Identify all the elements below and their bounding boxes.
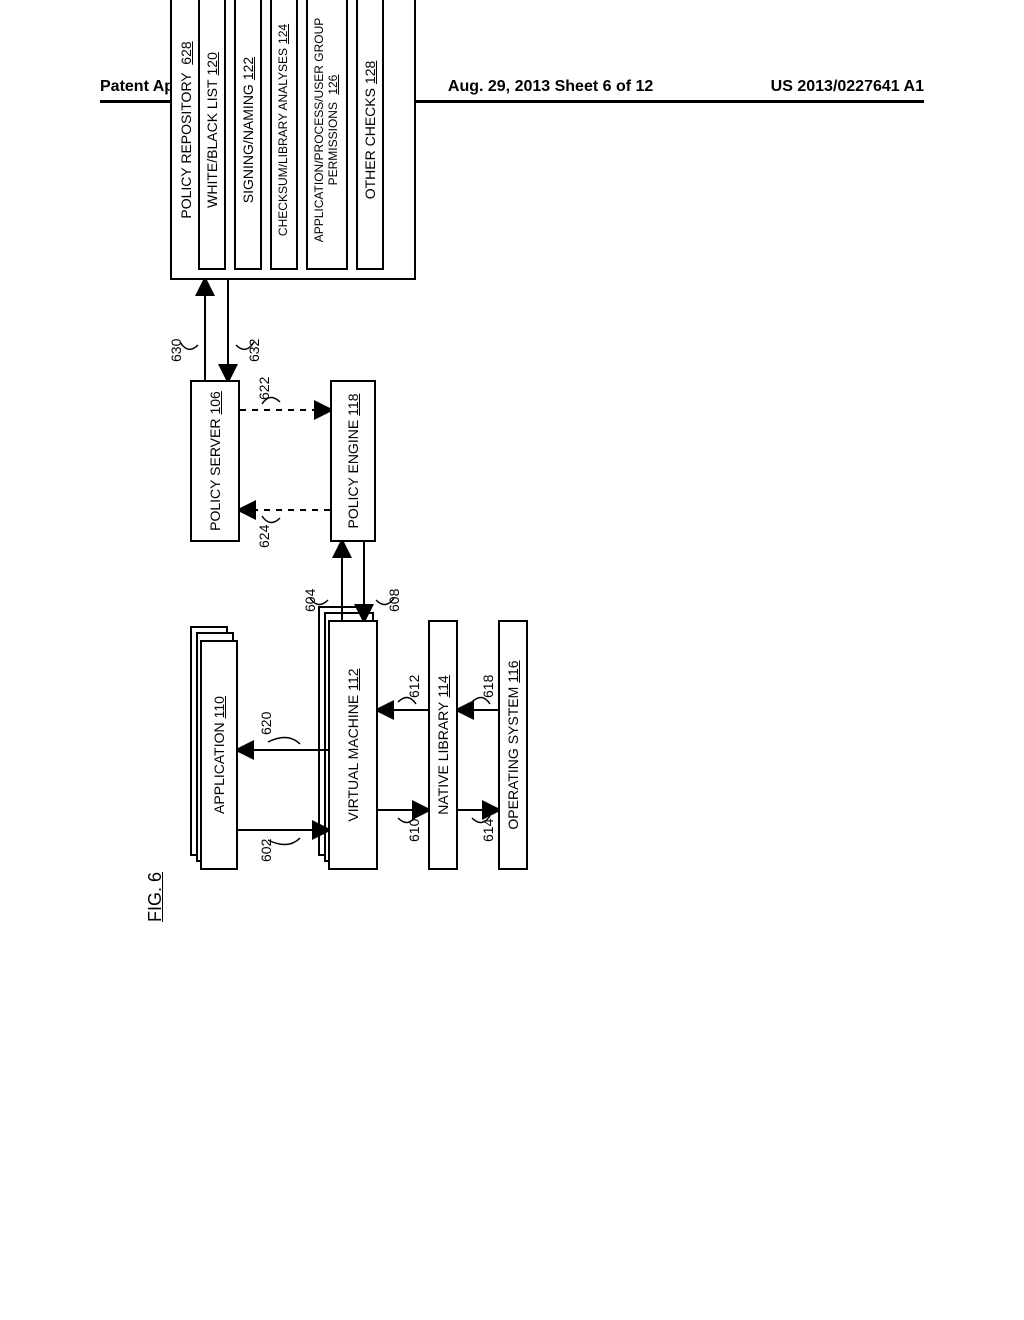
policy-server-block: POLICY SERVER 106: [190, 380, 240, 542]
ref-618: 618: [480, 675, 496, 698]
policy-repository-ref: 628: [178, 41, 194, 64]
ref-608: 608: [386, 589, 402, 612]
ref-630: 630: [168, 339, 184, 362]
ref-604: 604: [302, 589, 318, 612]
figure-6: APPLICATION 110 VIRTUAL MACHINE 112 NATI…: [150, 530, 1024, 910]
checksum-ref: 124: [277, 24, 291, 44]
native-library-label: NATIVE LIBRARY: [435, 702, 451, 815]
virtual-machine-ref: 112: [345, 668, 361, 690]
header-right: US 2013/0227641 A1: [771, 78, 924, 96]
ref-614: 614: [480, 819, 496, 842]
virtual-machine-label: VIRTUAL MACHINE: [345, 695, 361, 822]
policy-engine-ref: 118: [345, 394, 361, 416]
ref-612: 612: [406, 675, 422, 698]
signing-naming-ref: 122: [240, 57, 256, 80]
checksum-label: CHECKSUM/LIBRARY ANALYSES: [277, 48, 291, 236]
application-ref: 110: [211, 696, 227, 718]
policy-repository-label: POLICY REPOSITORY: [178, 73, 194, 219]
native-library-ref: 114: [435, 675, 451, 697]
ref-624: 624: [256, 525, 272, 548]
application-label: APPLICATION: [211, 722, 227, 814]
other-checks-ref: 128: [362, 61, 378, 84]
virtual-machine-block: VIRTUAL MACHINE 112: [328, 620, 378, 870]
ref-620: 620: [258, 712, 274, 735]
ref-632: 632: [246, 339, 262, 362]
policy-server-ref: 106: [207, 391, 223, 414]
policy-engine-block: POLICY ENGINE 118: [330, 380, 376, 542]
operating-system-label: OPERATING SYSTEM: [505, 687, 521, 830]
application-block: APPLICATION 110: [200, 640, 238, 870]
ref-602: 602: [258, 839, 274, 862]
native-library-block: NATIVE LIBRARY 114: [428, 620, 458, 870]
signing-naming-block: SIGNING/NAMING 122: [234, 0, 262, 270]
policy-server-label: POLICY SERVER: [207, 419, 223, 531]
signing-naming-label: SIGNING/NAMING: [240, 84, 256, 203]
operating-system-block: OPERATING SYSTEM 116: [498, 620, 528, 870]
operating-system-ref: 116: [505, 660, 521, 682]
policy-engine-label: POLICY ENGINE: [345, 420, 361, 529]
other-checks-block: OTHER CHECKS 128: [356, 0, 384, 270]
other-checks-label: OTHER CHECKS: [362, 88, 378, 199]
figure-label: FIG. 6: [145, 872, 166, 922]
ref-610: 610: [406, 819, 422, 842]
permissions-label: APPLICATION/PROCESS/USER GROUP PERMISSIO…: [312, 18, 340, 243]
white-black-list-ref: 120: [204, 52, 220, 75]
ref-622: 622: [256, 377, 272, 400]
white-black-list-label: WHITE/BLACK LIST: [204, 80, 220, 208]
permissions-block: APPLICATION/PROCESS/USER GROUP PERMISSIO…: [306, 0, 348, 270]
white-black-list-block: WHITE/BLACK LIST 120: [198, 0, 226, 270]
checksum-block: CHECKSUM/LIBRARY ANALYSES 124: [270, 0, 298, 270]
permissions-ref: 126: [326, 75, 340, 95]
